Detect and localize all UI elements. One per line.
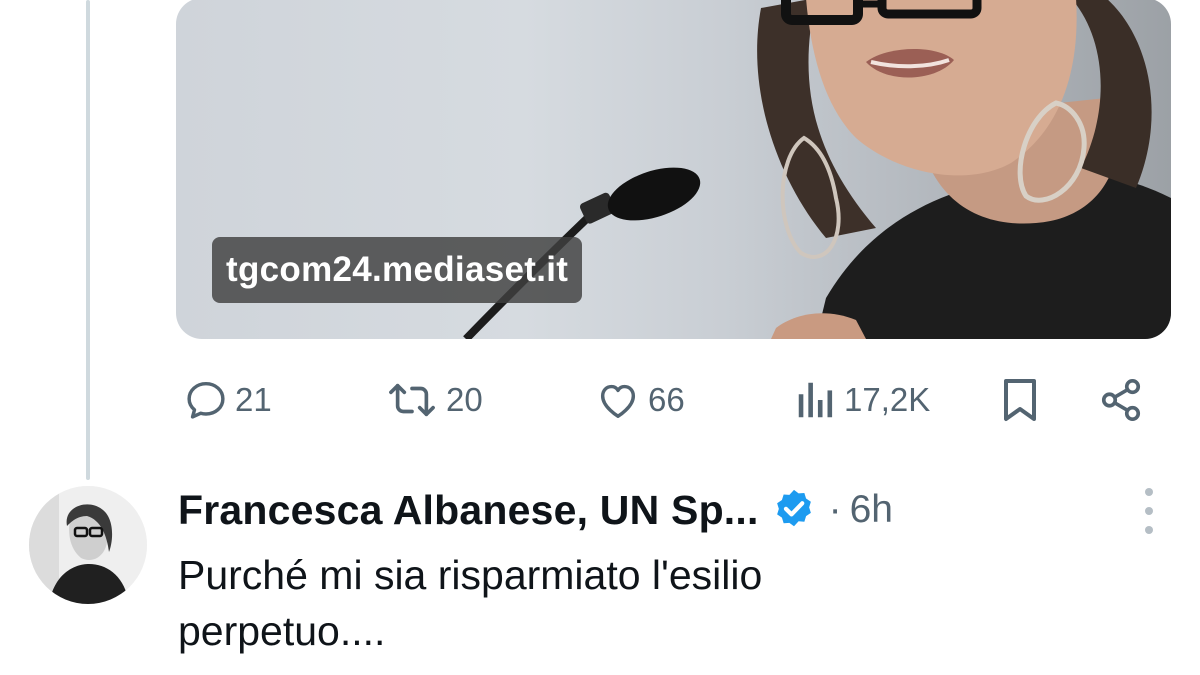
more-icon[interactable] [1132,488,1166,534]
verified-icon[interactable] [771,487,817,533]
share-icon [1101,379,1141,421]
reply-icon [187,381,225,419]
bookmark-icon [1004,379,1036,421]
like-icon [600,384,636,419]
views-icon [798,382,833,418]
display-name[interactable]: Francesca Albanese, UN Sp... [178,487,759,534]
reply-tweet-header: Francesca Albanese, UN Sp... · 6h [178,480,893,540]
like-count: 66 [648,381,685,418]
views-count: 17,2K [844,381,931,418]
link-domain-badge[interactable]: tgcom24.mediaset.it [212,237,583,303]
reply-count: 21 [235,381,272,418]
tweet-text-line: perpetuo.... [178,608,386,654]
tweet-action-bar: 21 20 66 17,2K [0,360,1200,440]
timestamp[interactable]: 6h [850,488,893,532]
avatar[interactable] [29,486,147,604]
repost-count: 20 [446,381,483,418]
tweet-text-line: Purché mi sia risparmiato l'esilio [178,552,763,598]
avatar-photo [29,486,147,604]
views-button[interactable]: 17,2K [794,360,930,440]
like-button[interactable]: 66 [594,360,685,440]
tweet-text: Purché mi sia risparmiato l'esilio perpe… [178,547,1078,659]
repost-icon [389,383,435,417]
timestamp-separator: · [828,488,842,531]
share-button[interactable] [1098,360,1144,440]
bookmark-button[interactable] [998,360,1042,440]
repost-button[interactable]: 20 [384,360,483,440]
reply-button[interactable]: 21 [183,360,272,440]
